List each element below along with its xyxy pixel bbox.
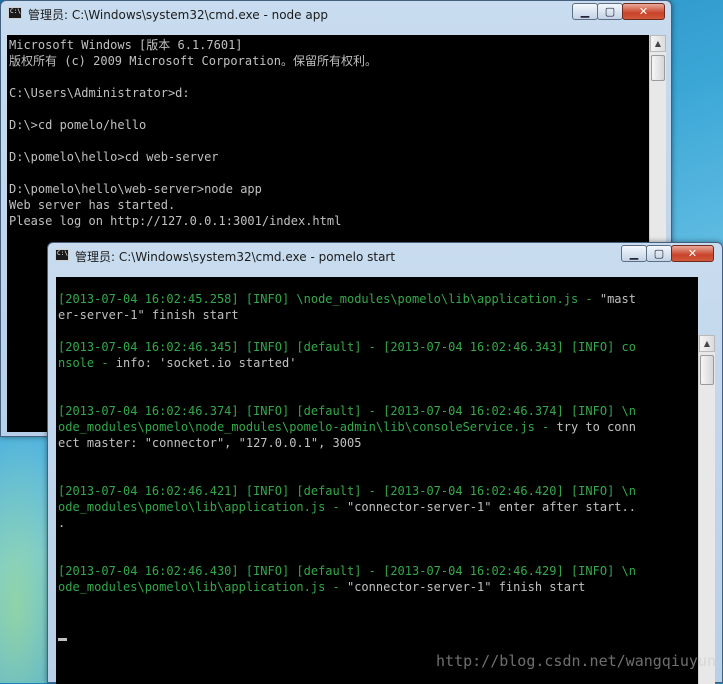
log-prefix: ode_modules\pomelo\node_modules\pomelo-a… <box>58 420 557 434</box>
log-prefix: ode_modules\pomelo\lib\application.js - <box>58 580 347 594</box>
scroll-up-icon: ▲ <box>654 39 662 48</box>
log-line: [2013-07-04 16:02:46.430] [INFO] [defaul… <box>58 563 698 579</box>
log-message: er-server-1" finish start <box>58 308 239 322</box>
window-title: 管理员: C:\Windows\system32\cmd.exe - pomel… <box>75 250 396 264</box>
log-line: [2013-07-04 16:02:46.421] [INFO] [defaul… <box>58 483 698 499</box>
close-button[interactable]: ✕ <box>671 245 714 262</box>
cmd-window-pomelo-start[interactable]: C:\ 管理员: C:\Windows\system32\cmd.exe - p… <box>47 242 723 684</box>
vertical-scrollbar[interactable]: ▲ <box>698 335 715 684</box>
scroll-up-button[interactable]: ▲ <box>650 35 666 52</box>
log-prefix: ode_modules\pomelo\lib\application.js - <box>58 500 347 514</box>
log-message: . <box>58 516 66 530</box>
minimize-button[interactable]: ▁ <box>621 245 647 262</box>
scroll-thumb[interactable] <box>651 55 665 81</box>
close-icon: ✕ <box>687 247 698 260</box>
log-line: ect master: "connector", "127.0.0.1", 30… <box>58 435 698 451</box>
console-line: Microsoft Windows [版本 6.1.7601] <box>9 38 243 52</box>
log-message: "connector-server-1" enter after start.. <box>346 500 636 514</box>
log-line: [2013-07-04 16:02:46.345] [INFO] [defaul… <box>58 339 698 355</box>
console-line: Web server has started. <box>9 198 176 212</box>
minimize-icon: ▁ <box>629 247 639 260</box>
text-cursor <box>58 638 67 641</box>
log-prefix: nsole - <box>58 356 116 370</box>
watermark: http://blog.csdn.net/wangqiuyun <box>436 652 716 670</box>
close-icon: ✕ <box>638 5 649 18</box>
log-line: ode_modules\pomelo\node_modules\pomelo-a… <box>58 419 698 435</box>
scroll-up-icon: ▲ <box>703 339 711 348</box>
log-message: "mast <box>599 292 636 306</box>
console-line: D:\pomelo\hello>cd web-server <box>9 150 219 164</box>
cmd-icon: C:\ <box>55 249 69 261</box>
window-title: 管理员: C:\Windows\system32\cmd.exe - node … <box>28 8 328 22</box>
log-message: info: 'socket.io started' <box>115 356 297 370</box>
log-line: er-server-1" finish start <box>58 307 698 323</box>
maximize-icon: ▢ <box>653 247 665 260</box>
minimize-button[interactable]: ▁ <box>572 3 598 20</box>
title-bar[interactable]: C:\ 管理员: C:\Windows\system32\cmd.exe - p… <box>48 243 722 269</box>
console-line: C:\Users\Administrator>d: <box>9 86 190 100</box>
title-bar[interactable]: C:\ 管理员: C:\Windows\system32\cmd.exe - n… <box>1 1 671 27</box>
minimize-icon: ▁ <box>580 5 590 18</box>
log-line: ode_modules\pomelo\lib\application.js - … <box>58 579 698 595</box>
close-button[interactable]: ✕ <box>622 3 665 20</box>
log-prefix: [2013-07-04 16:02:46.430] [INFO] [defaul… <box>58 564 636 578</box>
log-prefix: [2013-07-04 16:02:46.345] [INFO] [defaul… <box>58 340 636 354</box>
console-line: 版权所有 (c) 2009 Microsoft Corporation。保留所有… <box>9 54 377 68</box>
maximize-icon: ▢ <box>604 5 616 18</box>
log-message: ect master: "connector", "127.0.0.1", 30… <box>58 436 362 450</box>
log-line: ode_modules\pomelo\lib\application.js - … <box>58 499 698 515</box>
console-line: Please log on http://127.0.0.1:3001/inde… <box>9 214 342 228</box>
log-line: [2013-07-04 16:02:45.258] [INFO] \node_m… <box>58 291 698 307</box>
scroll-thumb[interactable] <box>700 355 714 385</box>
log-line: [2013-07-04 16:02:46.374] [INFO] [defaul… <box>58 403 698 419</box>
console-line: D:\pomelo\hello\web-server>node app <box>9 182 262 196</box>
log-line: . <box>58 515 698 531</box>
log-prefix: [2013-07-04 16:02:46.374] [INFO] [defaul… <box>58 404 636 418</box>
console-output[interactable]: [2013-07-04 16:02:45.258] [INFO] \node_m… <box>56 277 698 684</box>
console-line: D:\>cd pomelo/hello <box>9 118 147 132</box>
log-message: try to conn <box>556 420 636 434</box>
cmd-icon: C:\ <box>8 7 22 19</box>
maximize-button[interactable]: ▢ <box>597 3 623 20</box>
log-line: nsole - info: 'socket.io started' <box>58 355 698 371</box>
scroll-up-button[interactable]: ▲ <box>699 335 715 352</box>
log-prefix: [2013-07-04 16:02:46.421] [INFO] [defaul… <box>58 484 636 498</box>
log-prefix: [2013-07-04 16:02:45.258] [INFO] \node_m… <box>58 292 600 306</box>
log-message: "connector-server-1" finish start <box>346 580 586 594</box>
maximize-button[interactable]: ▢ <box>646 245 672 262</box>
